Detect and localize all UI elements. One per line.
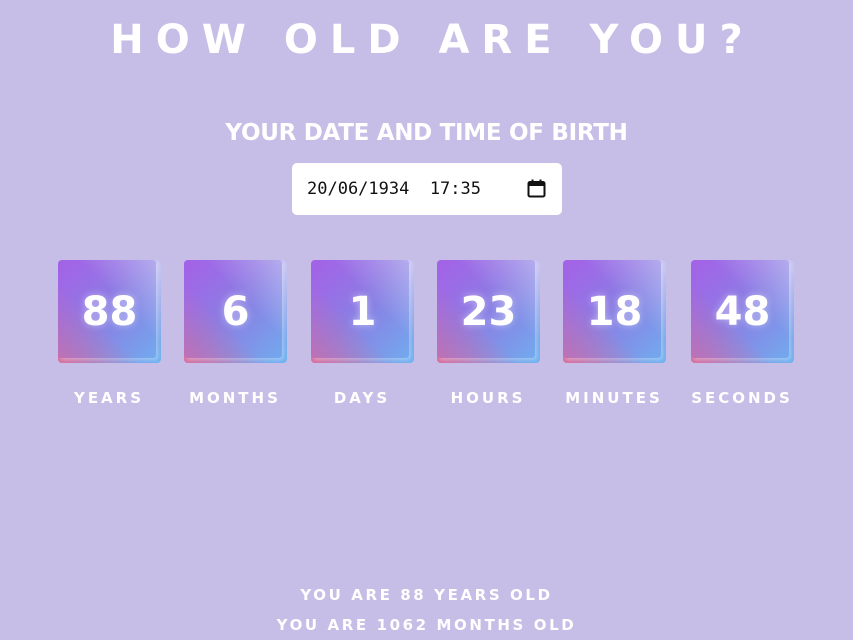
- birth-input-heading: YOUR DATE AND TIME OF BIRTH: [225, 120, 628, 146]
- seconds-value: 48: [714, 288, 771, 335]
- calendar-icon[interactable]: [527, 179, 546, 198]
- months-label: MONTHS: [189, 389, 281, 407]
- years-label: YEARS: [73, 389, 145, 407]
- summary-years: YOU ARE 88 YEARS OLD: [300, 586, 553, 604]
- minutes-label: MINUTES: [565, 389, 663, 407]
- years-value: 88: [81, 288, 138, 335]
- birth-datetime-value[interactable]: 20/06/1934 17:35: [307, 179, 481, 199]
- hours-value: 23: [460, 288, 517, 335]
- hours-counter: 23: [437, 260, 540, 363]
- seconds-label: SECONDS: [691, 389, 793, 407]
- birth-datetime-input[interactable]: 20/06/1934 17:35: [292, 163, 562, 215]
- months-value: 6: [221, 288, 250, 335]
- months-counter: 6: [184, 260, 287, 363]
- years-counter: 88: [58, 260, 161, 363]
- minutes-counter: 18: [563, 260, 666, 363]
- page-title: HOW OLD ARE YOU?: [110, 17, 755, 63]
- summary-months: YOU ARE 1062 MONTHS OLD: [276, 616, 577, 634]
- days-counter: 1: [311, 260, 414, 363]
- minutes-value: 18: [586, 288, 643, 335]
- seconds-counter: 48: [691, 260, 794, 363]
- days-value: 1: [348, 288, 377, 335]
- hours-label: HOURS: [450, 389, 526, 407]
- days-label: DAYS: [333, 389, 391, 407]
